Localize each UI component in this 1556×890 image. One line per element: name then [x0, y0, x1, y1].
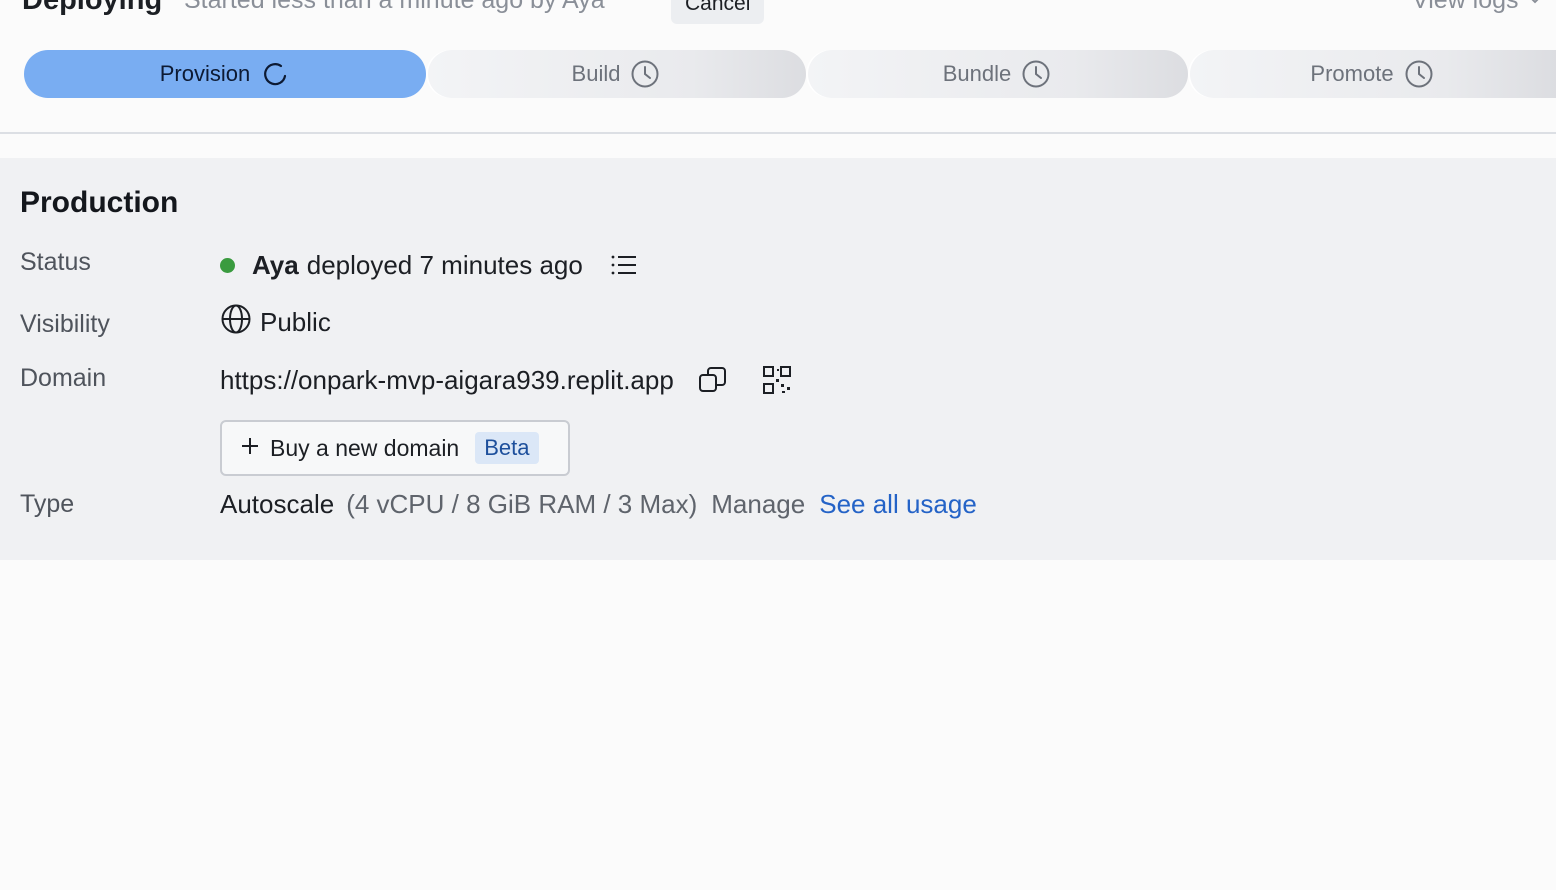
clock-icon [1404, 59, 1434, 89]
buy-domain-button[interactable]: Buy a new domain Beta [220, 420, 570, 476]
type-specs: (4 vCPU / 8 GiB RAM / 3 Max) [346, 489, 698, 519]
buy-domain-label: Buy a new domain [270, 434, 460, 461]
step-build: Build [426, 50, 806, 98]
visibility-label: Visibility [20, 310, 110, 338]
divider [0, 132, 1556, 134]
plus-icon [240, 435, 260, 462]
type-label: Type [20, 490, 75, 518]
beta-badge: Beta [475, 432, 539, 464]
clock-icon [1021, 59, 1051, 89]
type-name: Autoscale [220, 489, 335, 519]
step-provision: Provision [24, 50, 426, 98]
status-value: Aya deployed 7 minutes ago [220, 248, 641, 282]
status-user: Aya [252, 249, 299, 280]
deployment-header: Deploying Started less than a minute ago… [0, 0, 1556, 30]
clock-icon [630, 59, 660, 89]
spinner-icon [260, 59, 290, 89]
step-label: Promote [1310, 61, 1394, 86]
step-promote: Promote [1188, 50, 1556, 98]
status-dot-icon [220, 257, 235, 273]
domain-value: https://onpark-mvp-aigara939.replit.app [220, 363, 794, 397]
status-text: deployed 7 minutes ago [306, 249, 583, 280]
see-all-usage-link[interactable]: See all usage [819, 489, 977, 520]
step-bundle: Bundle [806, 50, 1188, 98]
panel-title: Production [20, 186, 179, 219]
visibility-text: Public [260, 307, 331, 337]
step-label: Provision [159, 61, 251, 86]
copy-icon[interactable] [696, 363, 730, 397]
manage-link[interactable]: Manage [711, 489, 805, 520]
qr-code-icon[interactable] [760, 363, 794, 397]
view-logs-label: View logs [1412, 0, 1519, 14]
visibility-value[interactable]: Public [220, 303, 331, 342]
type-value: Autoscale (4 vCPU / 8 GiB RAM / 3 Max) M… [220, 489, 977, 520]
domain-url[interactable]: https://onpark-mvp-aigara939.replit.app [220, 365, 674, 396]
production-panel: Production Status Aya deployed 7 minutes… [0, 158, 1556, 560]
list-icon[interactable] [607, 248, 641, 282]
deploying-subtitle: Started less than a minute ago by Aya [184, 0, 605, 14]
globe-icon [220, 303, 252, 342]
chevron-down-icon [1527, 0, 1543, 15]
status-label: Status [20, 248, 91, 276]
view-logs-button[interactable]: View logs [1412, 0, 1543, 15]
step-label: Build [571, 61, 621, 86]
cancel-button[interactable]: Cancel [671, 0, 765, 24]
domain-label: Domain [20, 364, 107, 392]
deploying-title: Deploying [22, 0, 163, 16]
deployment-steps: Provision Build Bundle Promote [24, 50, 1556, 98]
step-label: Bundle [942, 61, 1012, 86]
